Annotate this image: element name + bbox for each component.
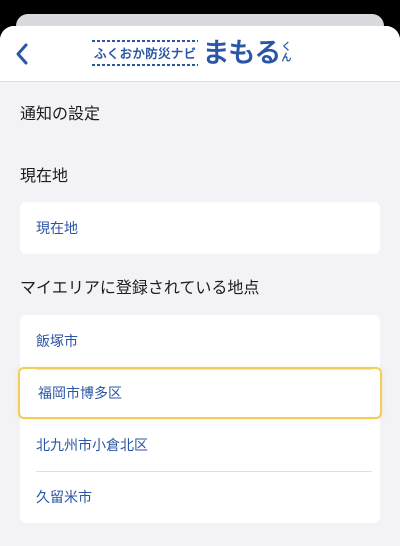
section-header-my-area: マイエリアに登録されている地点 [20, 278, 260, 297]
app-logo: ふくおか防災ナビ まもる く ん [92, 35, 291, 71]
page-title: 通知の設定 [20, 104, 101, 123]
list-item-iizuka[interactable]: 飯塚市 [20, 315, 380, 367]
section-header-current-location: 現在地 [20, 166, 69, 185]
list-item-kurume[interactable]: 久留米市 [20, 471, 380, 523]
list-item-fukuoka-hakata[interactable]: 福岡市博多区 [18, 367, 382, 419]
logo-suffix: く ん [281, 42, 292, 64]
current-location-list: 現在地 [20, 202, 380, 254]
list-item-label: 久留米市 [36, 490, 92, 506]
my-area-list: 飯塚市 福岡市博多区 北九州市小倉北区 久留米市 [18, 315, 382, 523]
list-item-label: 福岡市博多区 [38, 386, 122, 402]
back-button[interactable] [0, 26, 44, 82]
list-item-label: 現在地 [36, 221, 78, 237]
logo-title: まもる [202, 37, 281, 69]
list-item-label: 飯塚市 [36, 334, 78, 350]
settings-sheet: ふくおか防災ナビ まもる く ん 通知の設定 現在地 現在地 マイエリアに登録さ… [0, 26, 400, 546]
list-item-kitakyushu-kokurakita[interactable]: 北九州市小倉北区 [20, 419, 380, 471]
navigation-bar: ふくおか防災ナビ まもる く ん [0, 26, 400, 82]
list-item-label: 北九州市小倉北区 [36, 438, 148, 454]
chevron-left-icon [16, 43, 28, 65]
list-item-current-location[interactable]: 現在地 [20, 202, 380, 254]
logo-subtitle: ふくおか防災ナビ [92, 40, 199, 66]
